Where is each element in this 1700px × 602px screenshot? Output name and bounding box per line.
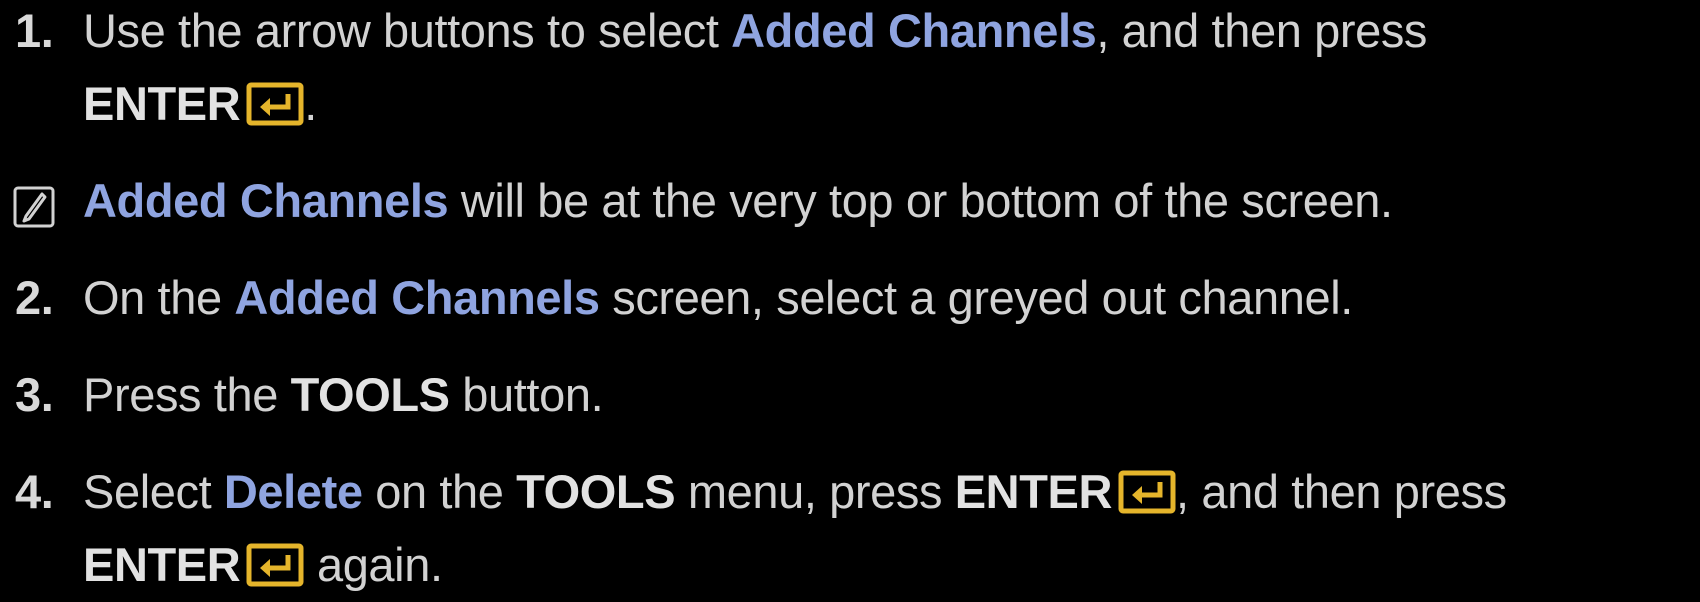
enter-icon bbox=[1118, 470, 1176, 514]
step-text: ENTER. bbox=[83, 67, 317, 141]
enter-key-label: ENTER bbox=[954, 465, 1113, 518]
note-text: Added Channels will be at the very top o… bbox=[83, 164, 1393, 238]
tools-key-label: TOOLS bbox=[516, 465, 676, 518]
step-text: Press the TOOLS button. bbox=[83, 358, 604, 432]
enter-key-label: ENTER bbox=[83, 538, 241, 591]
step-text-part: button. bbox=[449, 368, 604, 421]
step-text: Select Delete on the TOOLS menu, press E… bbox=[83, 455, 1507, 529]
step-text: Use the arrow buttons to select Added Ch… bbox=[83, 0, 1427, 68]
step-text-part: On the bbox=[83, 271, 235, 324]
enter-icon bbox=[246, 543, 304, 587]
step-number: 3. bbox=[15, 368, 54, 421]
step-text-part: on the bbox=[362, 465, 517, 518]
note-text-part: will be at the very top or bottom of the… bbox=[448, 174, 1393, 227]
step-text-part: , and then press bbox=[1096, 4, 1428, 57]
tools-key-label: TOOLS bbox=[290, 368, 450, 421]
step-text-part: again. bbox=[304, 538, 443, 591]
instruction-page: 1. Use the arrow buttons to select Added… bbox=[0, 0, 1700, 596]
step-text: ENTER again. bbox=[83, 528, 443, 602]
step-text: On the Added Channels screen, select a g… bbox=[83, 261, 1353, 335]
step-text-part: , and then press bbox=[1176, 465, 1507, 518]
step-number: 2. bbox=[15, 271, 54, 324]
step-text-part: . bbox=[304, 77, 317, 130]
step-number: 4. bbox=[15, 465, 54, 518]
step-text-part: Use the arrow buttons to select bbox=[83, 4, 732, 57]
highlight-term: Delete bbox=[223, 465, 363, 518]
enter-icon bbox=[246, 82, 304, 126]
highlight-term: Added Channels bbox=[234, 271, 600, 324]
highlight-term: Added Channels bbox=[731, 4, 1097, 57]
step-text-part: Press the bbox=[83, 368, 291, 421]
step-text-part: Select bbox=[83, 465, 224, 518]
step-text-part: menu, press bbox=[675, 465, 955, 518]
step-text-part: screen, select a greyed out channel. bbox=[599, 271, 1353, 324]
enter-key-label: ENTER bbox=[83, 77, 241, 130]
highlight-term: Added Channels bbox=[83, 174, 449, 227]
step-number: 1. bbox=[15, 4, 54, 57]
note-icon bbox=[13, 186, 55, 228]
